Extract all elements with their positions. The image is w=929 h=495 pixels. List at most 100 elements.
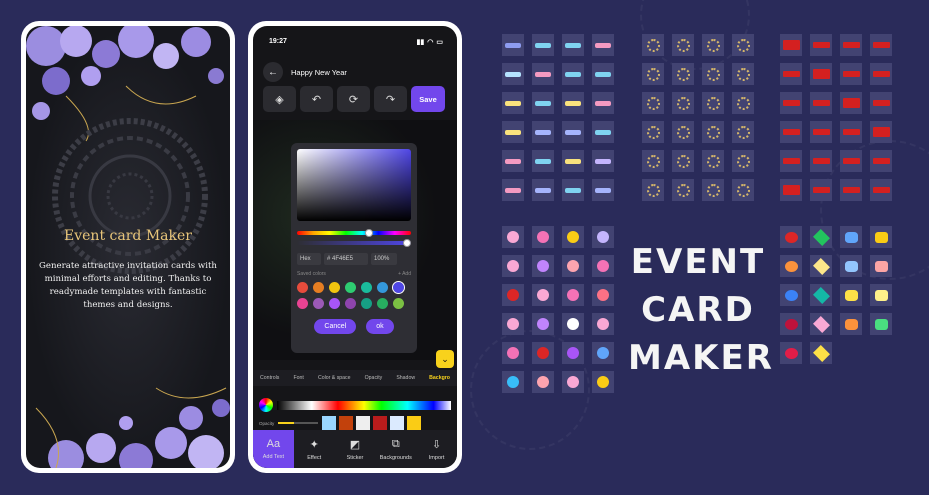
nav-add-text[interactable]: Aa Add Text: [253, 430, 294, 468]
sticker-cell[interactable]: [672, 121, 694, 143]
sticker-cell[interactable]: [502, 150, 524, 172]
sticker-cell[interactable]: [780, 34, 802, 56]
background-thumbnail[interactable]: [390, 416, 405, 430]
sticker-cell[interactable]: [702, 150, 724, 172]
color-swatch[interactable]: [393, 298, 404, 309]
sticker-cell[interactable]: [732, 150, 754, 172]
sticker-cell[interactable]: [592, 371, 614, 393]
nav-import[interactable]: ⇩ Import: [416, 430, 457, 468]
hue-knob[interactable]: [365, 229, 373, 237]
hex-input[interactable]: # 4F46E5: [324, 253, 368, 265]
sticker-cell[interactable]: [502, 226, 524, 248]
sticker-cell[interactable]: [840, 255, 862, 277]
sticker-cell[interactable]: [592, 313, 614, 335]
sticker-cell[interactable]: [562, 92, 584, 114]
sticker-cell[interactable]: [702, 63, 724, 85]
sticker-cell[interactable]: [672, 179, 694, 201]
sticker-cell[interactable]: [562, 284, 584, 306]
nav-effect[interactable]: ✦ Effect: [294, 430, 335, 468]
color-swatch[interactable]: [377, 282, 388, 293]
collapse-button[interactable]: ⌄: [436, 350, 454, 368]
sticker-cell[interactable]: [732, 179, 754, 201]
sticker-cell[interactable]: [810, 179, 832, 201]
sticker-cell[interactable]: [702, 121, 724, 143]
background-thumbnail[interactable]: [322, 416, 337, 430]
add-color-button[interactable]: + Add: [398, 271, 411, 277]
sticker-cell[interactable]: [592, 179, 614, 201]
refresh-button[interactable]: ⟳: [337, 86, 370, 112]
sticker-cell[interactable]: [810, 34, 832, 56]
sticker-cell[interactable]: [532, 92, 554, 114]
sticker-cell[interactable]: [532, 34, 554, 56]
sticker-cell[interactable]: [780, 92, 802, 114]
layers-button[interactable]: ◈: [263, 86, 296, 112]
color-swatch[interactable]: [329, 282, 340, 293]
sticker-cell[interactable]: [840, 179, 862, 201]
sticker-cell[interactable]: [642, 121, 664, 143]
sticker-cell[interactable]: [780, 255, 802, 277]
color-swatch[interactable]: [345, 282, 356, 293]
sticker-cell[interactable]: [840, 284, 862, 306]
sticker-cell[interactable]: [502, 255, 524, 277]
sticker-cell[interactable]: [870, 179, 892, 201]
color-swatch[interactable]: [313, 282, 324, 293]
sticker-cell[interactable]: [732, 34, 754, 56]
sticker-cell[interactable]: [502, 92, 524, 114]
sticker-cell[interactable]: [672, 63, 694, 85]
sticker-cell[interactable]: [810, 92, 832, 114]
sticker-cell[interactable]: [592, 63, 614, 85]
ok-button[interactable]: ok: [366, 319, 394, 334]
sticker-cell[interactable]: [780, 226, 802, 248]
sticker-cell[interactable]: [702, 179, 724, 201]
back-button[interactable]: ←: [263, 62, 283, 82]
color-swatch[interactable]: [377, 298, 388, 309]
sticker-cell[interactable]: [780, 179, 802, 201]
tab-background[interactable]: Backgro: [429, 375, 450, 381]
tab-shadow[interactable]: Shadow: [396, 375, 415, 381]
color-swatch[interactable]: [345, 298, 356, 309]
background-thumbnail[interactable]: [356, 416, 371, 430]
color-swatch[interactable]: [361, 298, 372, 309]
sticker-cell[interactable]: [780, 63, 802, 85]
sticker-cell[interactable]: [810, 255, 832, 277]
sticker-cell[interactable]: [840, 92, 862, 114]
sticker-cell[interactable]: [562, 255, 584, 277]
sticker-cell[interactable]: [810, 121, 832, 143]
color-mode-select[interactable]: Hex: [297, 253, 321, 265]
color-swatch[interactable]: [392, 281, 405, 294]
sticker-cell[interactable]: [732, 121, 754, 143]
sticker-cell[interactable]: [870, 313, 892, 335]
sticker-cell[interactable]: [562, 342, 584, 364]
opacity-slider[interactable]: [278, 422, 319, 424]
sticker-cell[interactable]: [870, 92, 892, 114]
color-swatch[interactable]: [297, 298, 308, 309]
sticker-cell[interactable]: [840, 150, 862, 172]
sticker-cell[interactable]: [532, 313, 554, 335]
sticker-cell[interactable]: [532, 342, 554, 364]
sticker-cell[interactable]: [840, 313, 862, 335]
sticker-cell[interactable]: [840, 226, 862, 248]
color-swatch[interactable]: [329, 298, 340, 309]
sticker-cell[interactable]: [562, 226, 584, 248]
sticker-cell[interactable]: [532, 371, 554, 393]
tab-color-space[interactable]: Color & space: [318, 375, 351, 381]
sticker-cell[interactable]: [532, 63, 554, 85]
sticker-cell[interactable]: [642, 92, 664, 114]
sticker-cell[interactable]: [702, 92, 724, 114]
sticker-cell[interactable]: [732, 63, 754, 85]
color-swatch[interactable]: [297, 282, 308, 293]
sticker-cell[interactable]: [780, 284, 802, 306]
sticker-cell[interactable]: [532, 284, 554, 306]
color-gradient-bar[interactable]: [277, 400, 451, 410]
alpha-slider[interactable]: [297, 239, 411, 247]
sticker-cell[interactable]: [532, 150, 554, 172]
sticker-cell[interactable]: [810, 63, 832, 85]
sticker-cell[interactable]: [592, 34, 614, 56]
sticker-cell[interactable]: [562, 179, 584, 201]
sticker-cell[interactable]: [672, 150, 694, 172]
sticker-cell[interactable]: [592, 226, 614, 248]
color-swatch[interactable]: [313, 298, 324, 309]
sticker-cell[interactable]: [672, 92, 694, 114]
sticker-cell[interactable]: [562, 313, 584, 335]
sticker-cell[interactable]: [840, 121, 862, 143]
